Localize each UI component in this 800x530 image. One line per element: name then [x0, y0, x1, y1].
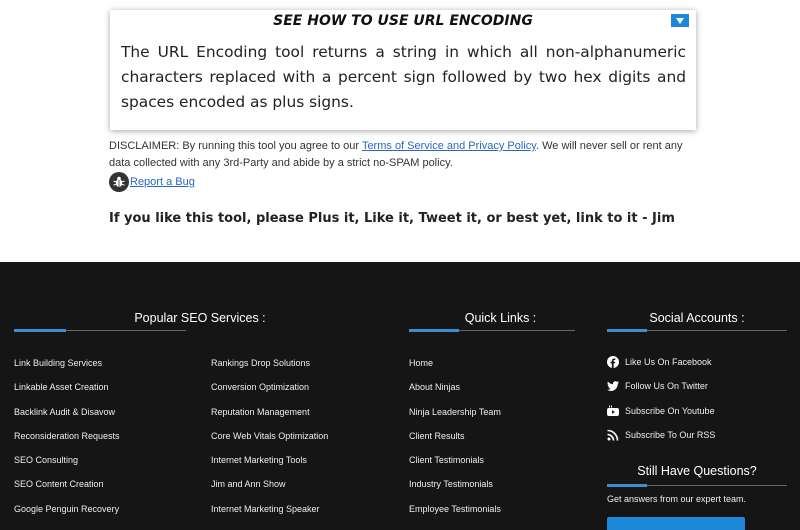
seo-service-link[interactable]: Jim and Ann Show	[211, 478, 328, 502]
seo-service-link[interactable]: SEO Consulting	[14, 454, 120, 478]
how-to-title: SEE HOW TO USE URL ENCODING	[273, 13, 533, 29]
quick-link[interactable]: Client Testimonials	[409, 454, 501, 478]
facebook-icon	[607, 356, 619, 368]
seo-service-link[interactable]: Google Penguin Recovery	[14, 503, 120, 527]
terms-privacy-link[interactable]: Terms of Service and Privacy Policy	[362, 140, 536, 152]
quick-link[interactable]: About Ninjas	[409, 381, 501, 405]
youtube-icon	[607, 405, 619, 417]
quick-link[interactable]: Client Results	[409, 430, 501, 454]
social-links-list: Like Us On Facebook Follow Us On Twitter S…	[607, 356, 715, 453]
collapse-toggle-button[interactable]	[671, 14, 689, 27]
quick-link[interactable]: Employee Testimonials	[409, 503, 501, 527]
how-to-panel: SEE HOW TO USE URL ENCODING The URL Enco…	[110, 10, 696, 130]
seo-service-link[interactable]: Link Building Services	[14, 357, 120, 381]
seo-services-heading: Popular SEO Services :	[134, 311, 266, 325]
seo-service-link[interactable]: Linkable Asset Creation	[14, 381, 120, 405]
contact-button[interactable]	[607, 517, 745, 530]
social-link[interactable]: Like Us On Facebook	[607, 356, 715, 380]
still-questions-heading: Still Have Questions?	[637, 464, 757, 478]
chevron-down-icon	[676, 17, 684, 24]
still-questions-divider	[607, 484, 787, 487]
quick-link[interactable]: Industry Testimonials	[409, 478, 501, 502]
rss-icon	[607, 429, 619, 441]
seo-services-list-1: Link Building Services Linkable Asset Cre…	[14, 357, 120, 527]
social-link-label: Subscribe On Youtube	[625, 405, 715, 416]
seo-service-link[interactable]: Rankings Drop Solutions	[211, 357, 328, 381]
twitter-icon	[607, 380, 619, 392]
report-bug-row: Report a Bug	[109, 172, 195, 192]
seo-service-link[interactable]: Reputation Management	[211, 406, 328, 430]
seo-service-link[interactable]: Internet Marketing Tools	[211, 454, 328, 478]
disclaimer-prefix: DISCLAIMER: By running this tool you agr…	[109, 140, 362, 152]
quick-link[interactable]: Home	[409, 357, 501, 381]
share-request-text: If you like this tool, please Plus it, L…	[109, 211, 675, 226]
quick-links-list: Home About Ninjas Ninja Leadership Team Cli…	[409, 357, 501, 527]
report-bug-link[interactable]: Report a Bug	[130, 176, 195, 188]
seo-heading-divider	[14, 329, 186, 332]
social-link[interactable]: Subscribe To Our RSS	[607, 429, 715, 453]
how-to-description: The URL Encoding tool returns a string i…	[121, 43, 686, 111]
still-questions-text: Get answers from our expert team.	[607, 494, 747, 504]
site-footer: Popular SEO Services : Link Building Ser…	[0, 262, 800, 530]
seo-services-list-2: Rankings Drop Solutions Conversion Optimi…	[211, 357, 328, 527]
social-link[interactable]: Subscribe On Youtube	[607, 405, 715, 429]
social-link[interactable]: Follow Us On Twitter	[607, 380, 715, 404]
seo-service-link[interactable]: Conversion Optimization	[211, 381, 328, 405]
bug-icon	[109, 172, 129, 192]
quick-link[interactable]: Ninja Leadership Team	[409, 406, 501, 430]
disclaimer-text: DISCLAIMER: By running this tool you agr…	[109, 138, 699, 172]
seo-service-link[interactable]: Reconsideration Requests	[14, 430, 120, 454]
seo-service-link[interactable]: SEO Content Creation	[14, 478, 120, 502]
seo-service-link[interactable]: Internet Marketing Speaker	[211, 503, 328, 527]
social-accounts-heading: Social Accounts :	[649, 311, 745, 325]
social-accounts-divider	[607, 329, 787, 332]
seo-service-link[interactable]: Core Web Vitals Optimization	[211, 430, 328, 454]
social-link-label: Follow Us On Twitter	[625, 381, 708, 392]
quick-links-heading: Quick Links :	[464, 311, 537, 325]
social-link-label: Like Us On Facebook	[625, 357, 712, 367]
seo-service-link[interactable]: Backlink Audit & Disavow	[14, 406, 120, 430]
social-link-label: Subscribe To Our RSS	[625, 429, 716, 440]
quick-links-divider	[409, 329, 575, 332]
